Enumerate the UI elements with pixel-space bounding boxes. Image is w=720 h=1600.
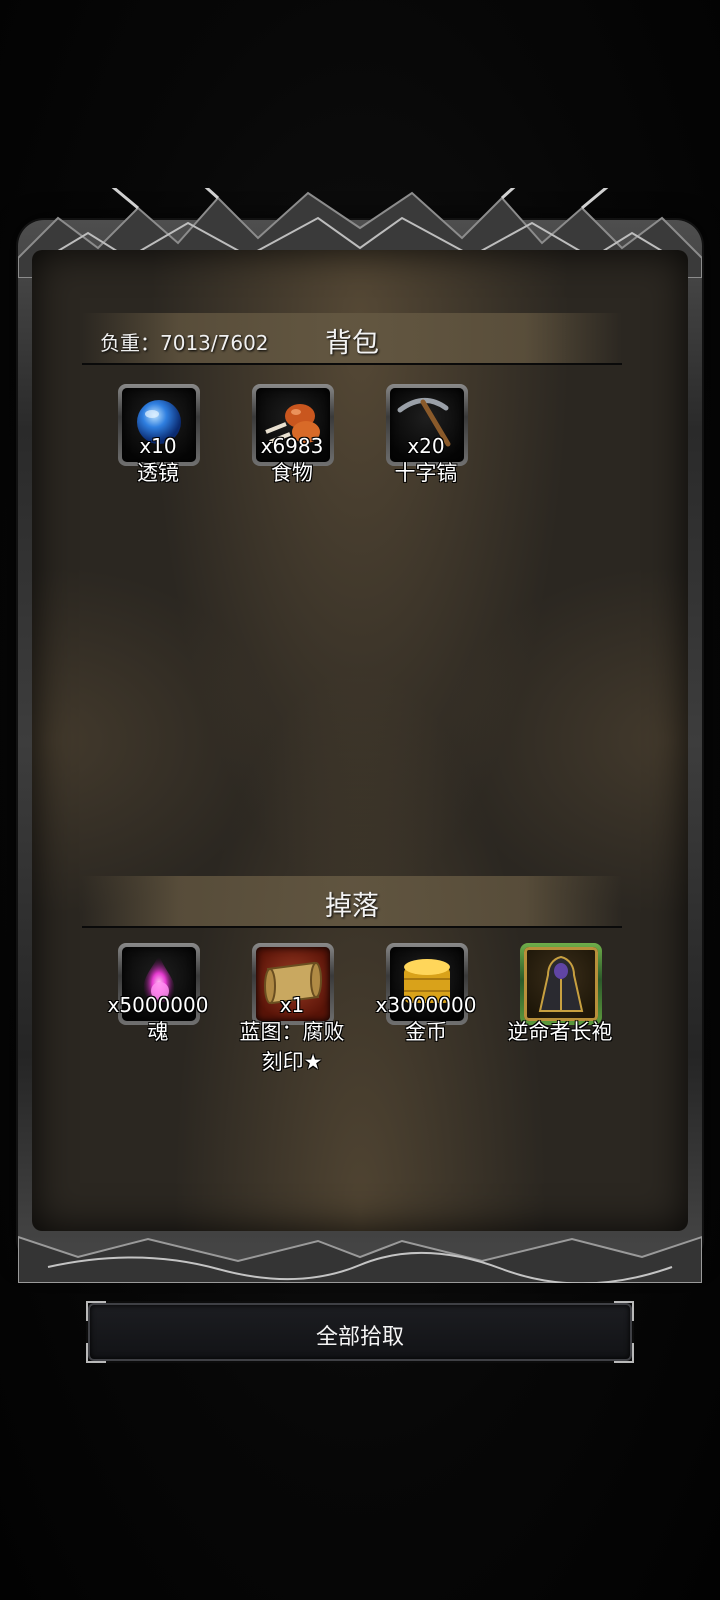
drop-item-blueprint[interactable]: x1 蓝图：腐败刻印★ bbox=[222, 943, 362, 1083]
drop-item-robe[interactable]: 逆命者长袍 bbox=[490, 943, 630, 1083]
button-corner-ornament bbox=[86, 1301, 106, 1321]
backpack-item-food[interactable]: x6983 食物 bbox=[222, 384, 362, 524]
item-quantity: x3000000 bbox=[375, 993, 477, 1017]
item-name: 透镜 bbox=[137, 461, 179, 485]
robe-icon bbox=[538, 955, 584, 1012]
item-quantity: x20 bbox=[407, 434, 445, 458]
drop-item-gold[interactable]: x3000000 金币 bbox=[356, 943, 496, 1083]
item-quantity: x10 bbox=[139, 434, 177, 458]
backpack-header: 负重：7013/7602 背包 bbox=[82, 313, 622, 365]
item-name: 食物 bbox=[271, 461, 313, 485]
button-corner-ornament bbox=[614, 1301, 634, 1321]
item-slot-frame bbox=[520, 943, 602, 1025]
frame-bottom-ornament bbox=[18, 1235, 702, 1283]
game-screen: 负重：7013/7602 背包 x10 透镜 x6983 食物 x20 十字镐 … bbox=[0, 0, 720, 1600]
drops-header: 掉落 bbox=[82, 876, 622, 928]
backpack-item-pickaxe[interactable]: x20 十字镐 bbox=[356, 384, 496, 524]
item-name: 逆命者长袍 bbox=[507, 1020, 613, 1044]
drop-item-soul[interactable]: x5000000 魂 bbox=[88, 943, 228, 1083]
item-name: 十字镐 bbox=[394, 461, 458, 485]
item-quantity: x5000000 bbox=[107, 993, 209, 1017]
item-name: 蓝图：腐败刻印★ bbox=[239, 1020, 345, 1074]
item-quantity: x1 bbox=[279, 993, 305, 1017]
inventory-frame bbox=[18, 188, 702, 1283]
pickup-all-button[interactable]: 全部拾取 bbox=[86, 1301, 634, 1363]
item-quantity: x6983 bbox=[260, 434, 324, 458]
pickup-all-label: 全部拾取 bbox=[315, 1325, 404, 1350]
drops-title: 掉落 bbox=[325, 891, 379, 922]
backpack-item-lens[interactable]: x10 透镜 bbox=[88, 384, 228, 524]
backpack-title: 背包 bbox=[325, 328, 379, 359]
